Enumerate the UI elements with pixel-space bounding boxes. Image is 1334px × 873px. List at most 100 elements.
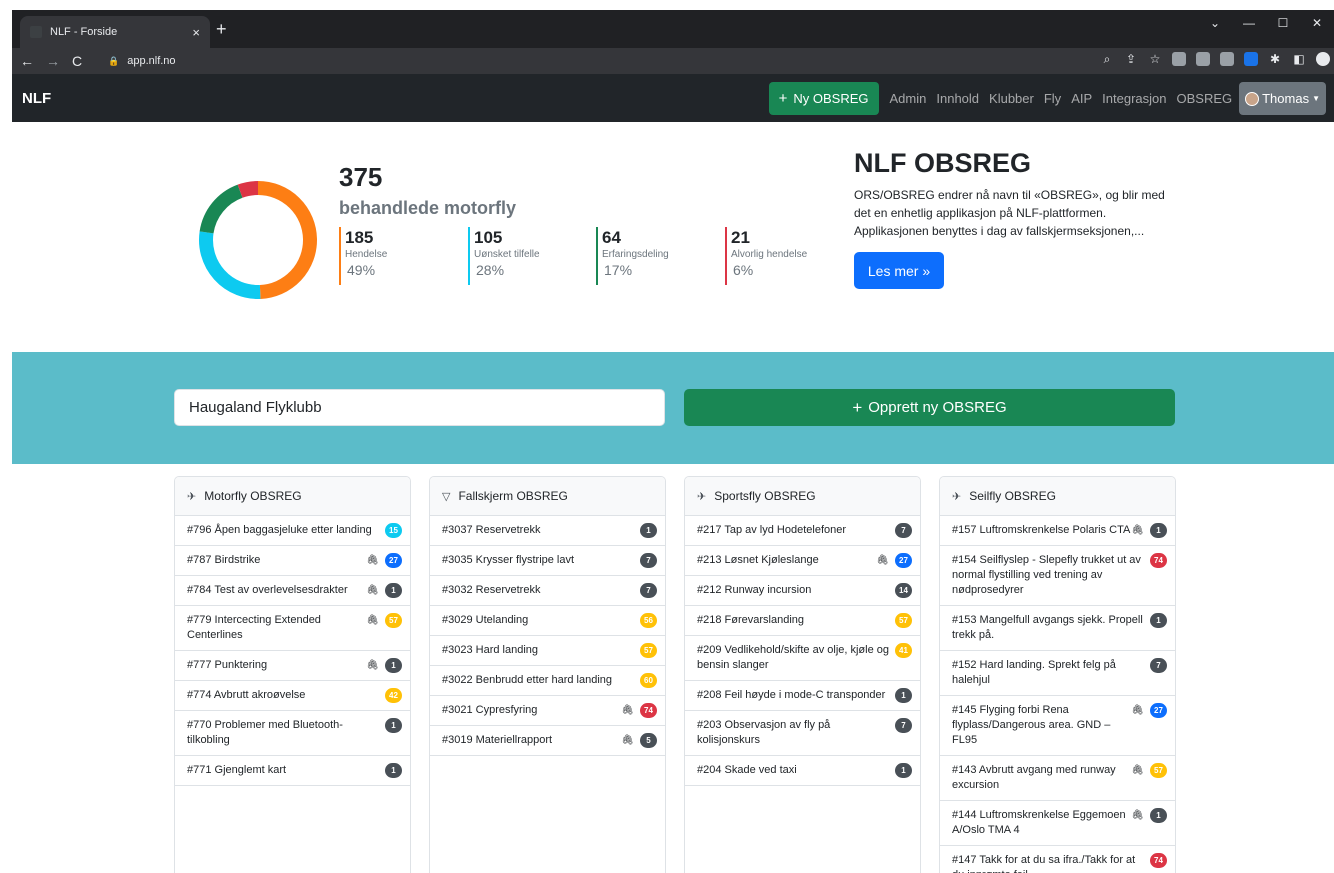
tab-search-icon[interactable]: ⌄ — [1198, 10, 1232, 36]
club-select[interactable]: Haugaland Flyklubb — [174, 389, 665, 426]
status-badge: 57 — [895, 613, 912, 628]
item-title: #147 Takk for at du sa ifra./Takk for at… — [952, 854, 1136, 873]
tab-close-icon[interactable]: × — [192, 25, 200, 40]
obsreg-cards: ✈ Motorfly OBSREG #796 Åpen baggasjeluke e… — [12, 464, 1334, 873]
donut-slice-2 — [199, 184, 243, 234]
list-item[interactable]: #213 Løsnet Kjøleslange 🖇 27 — [685, 546, 920, 576]
list-item[interactable]: #3021 Cypresfyring 🖇 74 — [430, 696, 665, 726]
list-item[interactable]: #203 Observasjon av fly på kolisjonskurs… — [685, 711, 920, 756]
list-item[interactable]: #796 Åpen baggasjeluke etter landing 15 — [175, 516, 410, 546]
maximize-icon[interactable]: ☐ — [1266, 10, 1300, 36]
list-item[interactable]: #771 Gjenglemt kart 1 — [175, 756, 410, 786]
list-item[interactable]: #218 Førevarslanding 57 — [685, 606, 920, 636]
list-item[interactable]: #209 Vedlikehold/skifte av olje, kjøle o… — [685, 636, 920, 681]
list-item[interactable]: #784 Test av overlevelsesdrakter 🖇 1 — [175, 576, 410, 606]
share-icon[interactable]: ⇪ — [1124, 52, 1138, 66]
stat-label: Uønsket tilfelle — [474, 249, 540, 260]
card-title: Motorfly OBSREG — [204, 489, 302, 503]
list-item[interactable]: #787 Birdstrike 🖇 27 — [175, 546, 410, 576]
list-item[interactable]: #3032 Reservetrekk 7 — [430, 576, 665, 606]
minimize-icon[interactable]: — — [1232, 10, 1266, 36]
list-item[interactable]: #774 Avbrutt akroøvelse 42 — [175, 681, 410, 711]
status-badge: 27 — [895, 553, 912, 568]
status-badge: 1 — [385, 583, 402, 598]
extension-password-icon[interactable] — [1244, 52, 1258, 66]
list-item[interactable]: #145 Flyging forbi Rena flyplass/Dangero… — [940, 696, 1175, 756]
list-item[interactable]: #212 Runway incursion 14 — [685, 576, 920, 606]
list-item[interactable]: #3035 Krysser flystripe lavt 7 — [430, 546, 665, 576]
new-tab-button[interactable]: + — [216, 20, 227, 38]
extension-screen-icon[interactable] — [1220, 52, 1234, 66]
list-item[interactable]: #152 Hard landing. Sprekt felg på halehj… — [940, 651, 1175, 696]
card-header: ✈ Seilfly OBSREG — [940, 477, 1175, 516]
list-item[interactable]: #144 Luftromskrenkelse Eggemoen A/Oslo T… — [940, 801, 1175, 846]
list-item[interactable]: #779 Intercecting Extended Centerlines 🖇 5… — [175, 606, 410, 651]
list-item[interactable]: #208 Feil høyde i mode-C transponder 1 — [685, 681, 920, 711]
bookmark-star-icon[interactable]: ☆ — [1148, 52, 1162, 66]
nav-link-admin[interactable]: Admin — [885, 82, 932, 115]
extensions-puzzle-icon[interactable]: ✱ — [1268, 52, 1282, 66]
list-item[interactable]: #777 Punktering 🖇 1 — [175, 651, 410, 681]
list-item[interactable]: #154 Seilflyslep - Slepefly trukket ut a… — [940, 546, 1175, 606]
nav-link-obsreg[interactable]: OBSREG — [1171, 82, 1237, 115]
reload-icon[interactable]: C — [72, 53, 82, 69]
stat-percent: 17% — [604, 262, 633, 278]
status-badge: 60 — [640, 673, 657, 688]
list-item[interactable]: #143 Avbrutt avgang med runway excursion… — [940, 756, 1175, 801]
close-window-icon[interactable]: ✕ — [1300, 10, 1334, 36]
profile-avatar-icon[interactable] — [1316, 52, 1330, 66]
status-badge: 1 — [895, 688, 912, 703]
item-title: #770 Problemer med Bluetooth-tilkobling — [187, 719, 343, 746]
status-badge: 74 — [1150, 853, 1167, 868]
plus-icon: + — [778, 90, 788, 107]
list-item[interactable]: #3023 Hard landing 57 — [430, 636, 665, 666]
nav-link-innhold[interactable]: Innhold — [931, 82, 984, 115]
zoom-icon[interactable]: ⌕ — [1100, 52, 1114, 66]
paperclip-icon: 🖇 — [1131, 810, 1144, 821]
item-title: #152 Hard landing. Sprekt felg på halehj… — [952, 659, 1116, 686]
new-obsreg-button[interactable]: + Ny OBSREG — [768, 82, 879, 115]
browser-window: NLF - Forside × + ⌄ — ☐ ✕ ← → C 🔒 app.nl… — [12, 10, 1334, 873]
donut-slice-3 — [237, 181, 259, 198]
list-item[interactable]: #153 Mangelfull avgangs sjekk. Propell t… — [940, 606, 1175, 651]
item-title: #157 Luftromskrenkelse Polaris CTA — [952, 524, 1131, 536]
item-title: #774 Avbrutt akroøvelse — [187, 689, 306, 701]
nav-link-aip[interactable]: AIP — [1066, 82, 1097, 115]
list-item[interactable]: #770 Problemer med Bluetooth-tilkobling 1 — [175, 711, 410, 756]
url-field[interactable]: 🔒 app.nlf.no — [108, 55, 176, 67]
nav-link-klubber[interactable]: Klubber — [984, 82, 1039, 115]
list-item[interactable]: #147 Takk for at du sa ifra./Takk for at… — [940, 846, 1175, 873]
extension-cookie-icon[interactable] — [1196, 52, 1210, 66]
read-more-button[interactable]: Les mer » — [854, 252, 944, 289]
list-item[interactable]: #3029 Utelanding 56 — [430, 606, 665, 636]
nav-link-fly[interactable]: Fly — [1039, 82, 1066, 115]
extension-shield-icon[interactable] — [1172, 52, 1186, 66]
create-obsreg-button[interactable]: + Opprett ny OBSREG — [684, 389, 1175, 426]
list-item[interactable]: #157 Luftromskrenkelse Polaris CTA 🖇 1 — [940, 516, 1175, 546]
favicon-icon — [30, 26, 42, 38]
list-item[interactable]: #217 Tap av lyd Hodetelefoner 7 — [685, 516, 920, 546]
list-item[interactable]: #3037 Reservetrekk 1 — [430, 516, 665, 546]
back-icon[interactable]: ← — [20, 53, 34, 69]
list-item[interactable]: #3019 Materiellrapport 🖇 5 — [430, 726, 665, 756]
user-menu-button[interactable]: Thomas ▼ — [1239, 82, 1326, 115]
browser-tab[interactable]: NLF - Forside × — [20, 16, 210, 48]
card-header: ✈ Motorfly OBSREG — [175, 477, 410, 516]
paperclip-icon: 🖇 — [366, 585, 379, 596]
side-panel-icon[interactable]: ◧ — [1292, 52, 1306, 66]
stat-percent: 49% — [347, 262, 376, 278]
sportplane-icon: ✈ — [697, 490, 707, 503]
list-item[interactable]: #3022 Benbrudd etter hard landing 60 — [430, 666, 665, 696]
brand-logo[interactable]: NLF — [12, 90, 51, 107]
stat-number: 21 — [731, 228, 750, 247]
item-title: #3029 Utelanding — [442, 614, 529, 626]
forward-icon[interactable]: → — [46, 53, 60, 69]
list-item[interactable]: #204 Skade ved taxi 1 — [685, 756, 920, 786]
card-motorfly-obsreg: ✈ Motorfly OBSREG #796 Åpen baggasjeluke e… — [174, 476, 411, 873]
item-title: #796 Åpen baggasjeluke etter landing — [187, 524, 372, 536]
status-badge: 57 — [640, 643, 657, 658]
stat-erfaringsdeling: 64 Erfaringsdeling 17% — [596, 227, 669, 285]
tab-bar: NLF - Forside × + ⌄ — ☐ ✕ — [12, 10, 1334, 48]
status-badge: 5 — [640, 733, 657, 748]
nav-link-integrasjon[interactable]: Integrasjon — [1097, 82, 1171, 115]
